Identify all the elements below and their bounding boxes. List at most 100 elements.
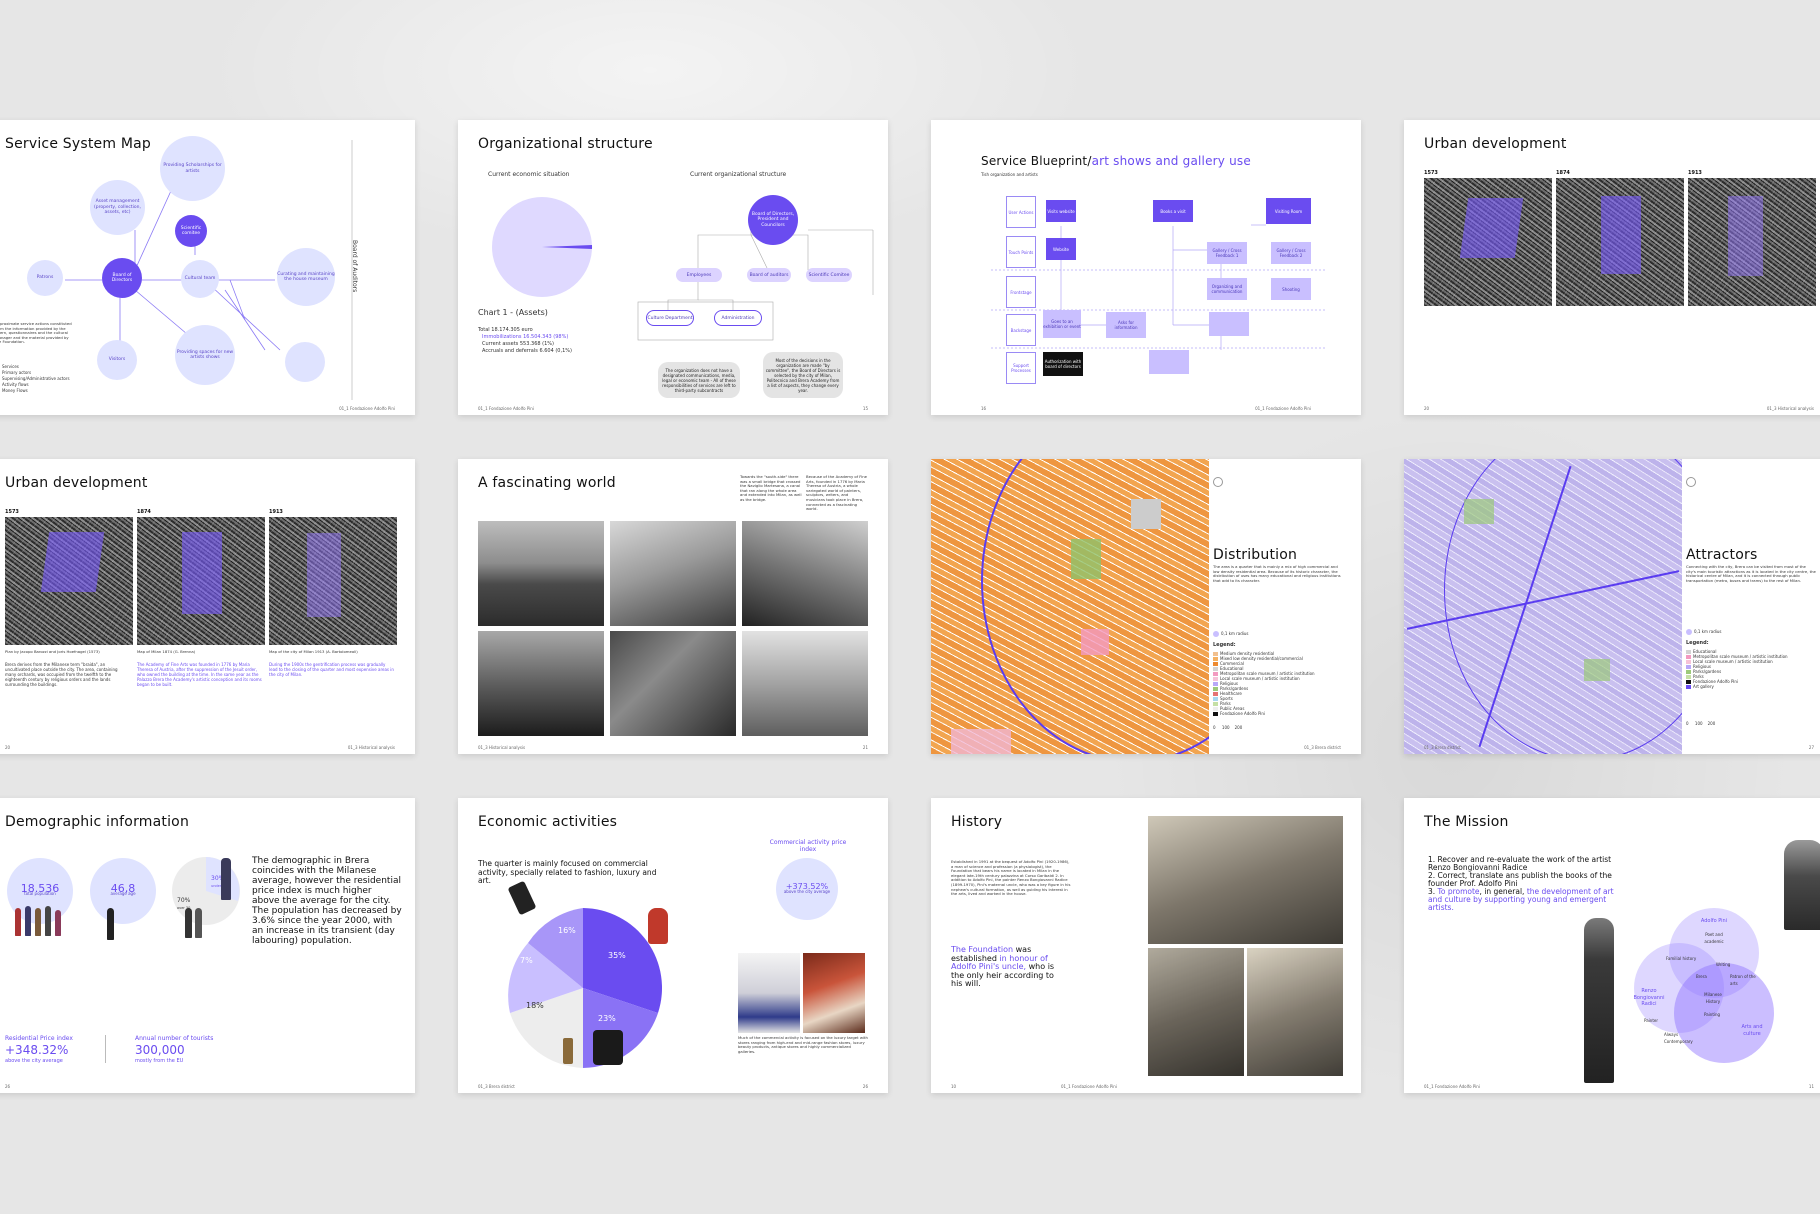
history-text: The Academy of Fine Arts was founded in … [137, 662, 262, 687]
legend-item: Activity flows [2, 382, 29, 387]
blueprint-box [1149, 350, 1189, 374]
page-title: Attractors [1686, 547, 1758, 563]
pie-label: 7% [520, 956, 533, 965]
history-text: Brera derives from the Milanese term "br… [5, 662, 118, 687]
blueprint-box: Organizing and communication [1207, 278, 1247, 300]
venn-label: Always Contemporary [1664, 1032, 1693, 1044]
blueprint-box: Shooting [1271, 278, 1311, 300]
venn-label: Adolfo Pini [1700, 918, 1728, 924]
page-number: 20 [1424, 406, 1430, 411]
index-circle: +373.52% above the city average [776, 858, 838, 920]
economic-pie-chart [508, 908, 663, 1068]
page-number: 15 [862, 406, 868, 411]
pie-label: 16% [558, 926, 576, 935]
historic-photo [742, 521, 868, 626]
page-number: 26 [5, 1084, 11, 1089]
pie-label: 23% [598, 1014, 616, 1023]
footer-section: 01_3 Brera district [1304, 745, 1341, 750]
legend-title: Legend: [1686, 640, 1709, 646]
map-caption: Plan by Jacopo Barozzi and Joris Hoefnag… [5, 649, 100, 654]
page-number: 21 [862, 745, 868, 750]
year-label: 1913 [269, 509, 283, 515]
map-caption: Map of the city of Milan 1913 (A. Bartol… [269, 649, 358, 654]
node-scientific-comitee: Scientific comitee [175, 215, 207, 247]
scale-bar: 0 100 200 [1686, 721, 1716, 726]
person-figure [45, 906, 51, 936]
blueprint-box [1209, 312, 1249, 336]
person-figure [107, 908, 114, 940]
radius-key: 0,1 km radius [1686, 629, 1721, 635]
page-title: Urban development [5, 475, 148, 491]
org-employees: Employees [676, 268, 722, 282]
person-figure [25, 906, 31, 936]
page-organizational-structure: Organizational structure Current economi… [458, 120, 888, 415]
bottle-image [563, 1038, 573, 1064]
legend-title: Legend: [1213, 642, 1236, 648]
footer-section: 01_1 Fondazione Adolfo Pini [478, 406, 534, 411]
blueprint-box: Visits website [1046, 200, 1076, 222]
historic-portrait [1247, 948, 1343, 1076]
rpi-label: Residential Price index [5, 1035, 73, 1042]
legend-item: Art gallery [1686, 684, 1714, 689]
historic-map-1573 [1424, 178, 1552, 306]
page-urban-development-a: Urban development 1573 1874 1913 20 01_3… [1404, 120, 1820, 415]
page-number: 27 [1808, 745, 1814, 750]
node-scholarships: Providing Scholarships for artists [160, 136, 225, 201]
page-title: Urban development [1424, 136, 1567, 152]
year-label: 1573 [5, 509, 19, 515]
legend-item: Primary actors [2, 370, 32, 375]
scale-bar: 0 100 200 [1213, 725, 1243, 730]
year-label: 1573 [1424, 170, 1438, 176]
node-visitors: Visitors [97, 340, 137, 380]
history-body: Established in 1991 at the bequest of Ad… [951, 859, 1071, 897]
historic-photo [478, 521, 604, 626]
board-of-auditors-label: Board of Auditors [351, 240, 358, 293]
index-label: Commercial activity price index [769, 839, 847, 853]
economic-body: The quarter is mainly focused on commerc… [478, 859, 657, 885]
person-figure [35, 908, 41, 936]
venn-label: Renzo Bongiovanni Radici [1633, 988, 1665, 1007]
node-spaces: Providing spaces for new artists shows [175, 325, 235, 385]
distribution-map [931, 459, 1209, 754]
venn-label: Familial history [1666, 956, 1697, 961]
page-number: 10 [951, 1084, 957, 1089]
blueprint-lines [991, 224, 1326, 350]
historic-map-1874 [137, 517, 265, 645]
historic-photo [610, 631, 736, 736]
compass-icon [1213, 477, 1223, 487]
org-board: Board of Directors, President and Counci… [748, 195, 798, 245]
divider [105, 1035, 106, 1063]
portrait-figure [1784, 840, 1820, 930]
footer-section: 01_3 Historical analysis [1766, 406, 1814, 411]
intro-text: Because of the Academy of Fine Arts, fou… [806, 474, 868, 512]
node-asset-management: Asset management (property, collection, … [90, 180, 145, 235]
page-economic-activities: Economic activities The quarter is mainl… [458, 798, 888, 1093]
store-photo [738, 953, 800, 1033]
tourists-sub: mostly from the EU [135, 1058, 184, 1064]
radius-key: 0,1 km radius [1213, 631, 1248, 637]
page-number: 16 [981, 406, 987, 411]
org-auditors: Board of auditors [747, 268, 791, 282]
venn-label: Painter [1644, 1018, 1659, 1023]
venn-label: Milanese History [1704, 992, 1722, 1004]
person-figure [15, 908, 21, 936]
tourists-label: Annual number of tourists [135, 1035, 214, 1042]
org-scientific: Scientific Comitee [806, 268, 852, 282]
org-note-2: Most of the decisions in the organizatio… [763, 352, 843, 398]
attractors-text: Connecting with the city, Brera can be v… [1686, 564, 1816, 583]
historic-map-1573 [5, 517, 133, 645]
compass-icon [1686, 477, 1696, 487]
pie-label: 18% [526, 1001, 544, 1010]
distribution-text: The area is a quarter that is mainly a m… [1213, 564, 1341, 583]
footer-section: 01_1 Fondazione Adolfo Pini [1061, 1084, 1117, 1089]
page-number: 26 [862, 1084, 868, 1089]
rpi-value: +348.32% [5, 1043, 69, 1057]
pie-label: 35% [608, 951, 626, 960]
footer-section: 01_1 Fondazione Adolfo Pini [1424, 1084, 1480, 1089]
historic-photo [742, 631, 868, 736]
footer-section: 01_3 Historical analysis [347, 745, 395, 750]
historic-map-1913 [1688, 178, 1816, 306]
attractors-map [1404, 459, 1682, 754]
page-number: 11 [1808, 1084, 1814, 1089]
gallery-photo [803, 953, 865, 1033]
